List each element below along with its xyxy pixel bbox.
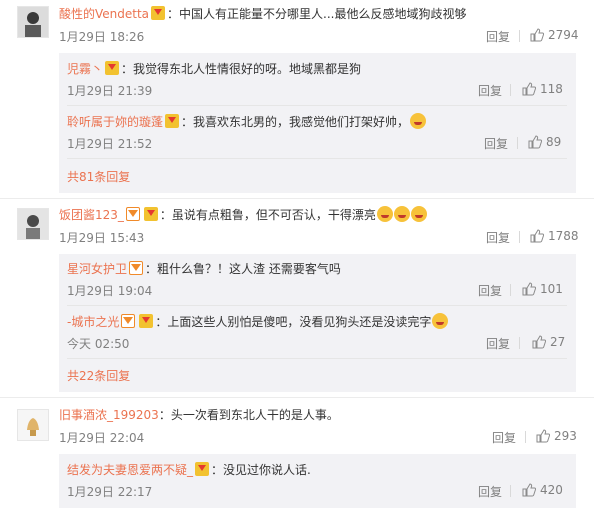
crown-badge-icon — [121, 314, 136, 328]
vip-badge-icon — [165, 114, 180, 128]
like-button[interactable]: 293 — [536, 429, 577, 443]
divider — [510, 284, 511, 296]
username-link[interactable]: 酸性的Vendetta — [59, 7, 149, 21]
more-replies-link[interactable]: 共22条回复 — [67, 367, 130, 384]
like-button[interactable]: 420 — [522, 483, 563, 497]
divider — [519, 337, 520, 349]
thread-divider — [0, 397, 594, 398]
like-count: 89 — [546, 135, 562, 149]
divider — [510, 485, 511, 497]
reply-divider — [67, 158, 567, 159]
comment-content: 饭团酱123_ ：虽说有点粗鲁，但不可否认，干得漂亮 — [59, 206, 427, 224]
username-link[interactable]: -城市之光 — [67, 315, 119, 329]
thumbs-up-icon — [522, 282, 537, 296]
thumbs-up-icon — [530, 229, 545, 243]
reply-divider — [67, 358, 567, 359]
divider — [519, 231, 520, 243]
comment-text: ：中国人有正能量不分哪里人...最他么反感地域狗歧视够 — [167, 7, 467, 21]
like-count: 118 — [540, 82, 563, 96]
reply-time: 1月29日 21:39 — [67, 84, 153, 98]
reply-text: ：上面这些人别怕是傻吧，没看见狗头还是没读完字 — [155, 315, 432, 329]
comment-text: ：虽说有点粗鲁，但不可否认，干得漂亮 — [159, 208, 376, 222]
reply-divider — [67, 105, 567, 106]
vip-badge-icon — [151, 6, 166, 20]
reply-time: 1月29日 19:04 — [67, 284, 153, 298]
like-button[interactable]: 2794 — [530, 28, 579, 42]
reply-content: 児霧丶 ：我觉得东北人性情很好的呀。地域黑都是狗 — [67, 60, 361, 78]
like-count: 420 — [540, 483, 563, 497]
avatar[interactable] — [17, 208, 49, 240]
reply-text: ：没见过你说人话. — [211, 463, 311, 477]
username-link[interactable]: 结发为夫妻恩爱两不疑_ — [67, 463, 193, 477]
thread-divider — [0, 198, 594, 199]
reply-text: ：我喜欢东北男的，我感觉他们打架好帅， — [181, 115, 410, 129]
crown-badge-icon — [129, 261, 144, 275]
reply-button[interactable]: 回复 — [486, 28, 510, 45]
avatar[interactable] — [17, 6, 49, 38]
reply-text: ：粗什么鲁？！这人渣 还需要客气吗 — [145, 262, 341, 276]
comment-time: 1月29日 15:43 — [59, 231, 145, 245]
more-replies-link[interactable]: 共81条回复 — [67, 168, 130, 185]
reply-button[interactable]: 回复 — [478, 82, 502, 99]
reply-button[interactable]: 回复 — [486, 229, 510, 246]
thumbs-up-icon — [532, 335, 547, 349]
thumbs-up-icon — [530, 28, 545, 42]
username-link[interactable]: 旧事酒浓_199203 — [59, 408, 159, 422]
like-button[interactable]: 89 — [528, 135, 561, 149]
divider — [517, 137, 518, 149]
reply-time: 今天 02:50 — [67, 337, 130, 351]
username-link[interactable]: 星河女护卫 — [67, 262, 127, 276]
reply-button[interactable]: 回复 — [486, 335, 510, 352]
username-link[interactable]: 饭团酱123_ — [59, 208, 124, 222]
reply-text: ：我觉得东北人性情很好的呀。地域黑都是狗 — [121, 62, 362, 76]
thumbs-up-icon — [522, 483, 537, 497]
comment-content: 旧事酒浓_199203：头一次看到东北人干的是人事。 — [59, 406, 339, 424]
reply-content: 星河女护卫 ：粗什么鲁？！这人渣 还需要客气吗 — [67, 260, 341, 278]
divider — [519, 30, 520, 42]
vip-badge-icon — [195, 462, 210, 476]
laugh-emoji-icon — [410, 113, 427, 129]
divider — [525, 431, 526, 443]
like-count: 2794 — [548, 28, 579, 42]
laugh-emoji-icon — [432, 313, 449, 329]
reply-content: 聆听属于妳的璇蓬 ：我喜欢东北男的，我感觉他们打架好帅， — [67, 113, 427, 131]
reply-button[interactable]: 回复 — [492, 429, 516, 446]
reply-time: 1月29日 22:17 — [67, 485, 153, 499]
reply-time: 1月29日 21:52 — [67, 137, 153, 151]
like-button[interactable]: 1788 — [530, 229, 579, 243]
avatar[interactable] — [17, 409, 49, 441]
comment-time: 1月29日 22:04 — [59, 431, 145, 445]
cat-emoji-icon — [393, 206, 410, 222]
vip-badge-icon — [143, 207, 158, 221]
divider — [510, 84, 511, 96]
vip-badge-icon — [105, 61, 120, 75]
thumbs-up-icon — [536, 429, 551, 443]
like-button[interactable]: 27 — [532, 335, 565, 349]
vip-badge-icon — [139, 314, 154, 328]
thumbs-up-icon — [522, 82, 537, 96]
crown-badge-icon — [125, 207, 140, 221]
cat-emoji-icon — [376, 206, 393, 222]
like-count: 101 — [540, 282, 563, 296]
comment-content: 酸性的Vendetta ：中国人有正能量不分哪里人...最他么反感地域狗歧视够 — [59, 5, 466, 23]
like-button[interactable]: 101 — [522, 282, 563, 296]
like-button[interactable]: 118 — [522, 82, 563, 96]
username-link[interactable]: 聆听属于妳的璇蓬 — [67, 115, 163, 129]
comment-time: 1月29日 18:26 — [59, 30, 145, 44]
comment-text: ：头一次看到东北人干的是人事。 — [158, 408, 339, 422]
reply-button[interactable]: 回复 — [484, 135, 508, 152]
like-count: 293 — [554, 429, 577, 443]
cat-emoji-icon — [410, 206, 427, 222]
reply-button[interactable]: 回复 — [478, 282, 502, 299]
like-count: 1788 — [548, 229, 579, 243]
like-count: 27 — [550, 335, 566, 349]
reply-divider — [67, 305, 567, 306]
reply-content: -城市之光 ：上面这些人别怕是傻吧，没看见狗头还是没读完字 — [67, 313, 449, 331]
reply-content: 结发为夫妻恩爱两不疑_ ：没见过你说人话. — [67, 461, 311, 479]
reply-button[interactable]: 回复 — [478, 483, 502, 500]
username-link[interactable]: 児霧丶 — [67, 62, 103, 76]
thumbs-up-icon — [528, 135, 543, 149]
